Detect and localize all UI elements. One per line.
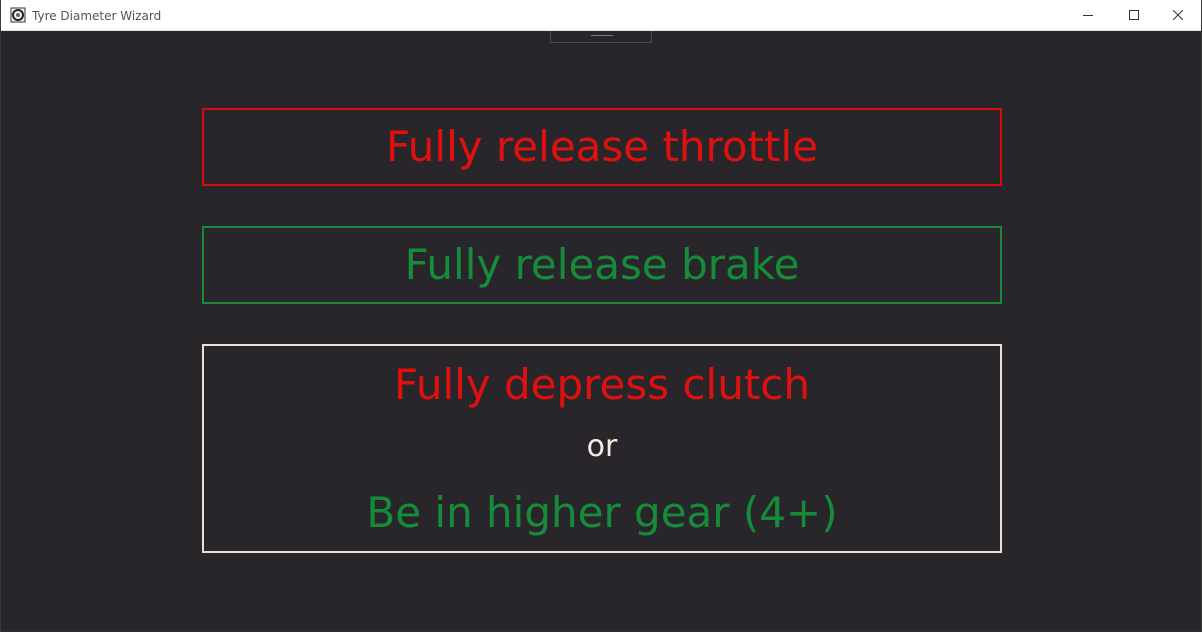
throttle-instruction: Fully release throttle (385, 122, 819, 171)
app-window: Tyre Diameter Wizard Fully release throt… (0, 0, 1202, 632)
maximize-button[interactable] (1111, 0, 1157, 30)
minimize-icon (1083, 15, 1093, 16)
brake-instruction-panel: Fully release brake (202, 226, 1002, 304)
tyre-app-icon (10, 7, 26, 23)
title-bar[interactable]: Tyre Diameter Wizard (1, 0, 1201, 31)
close-icon (1173, 10, 1183, 20)
clutch-instruction: Fully depress clutch (393, 359, 811, 409)
minimize-button[interactable] (1065, 0, 1111, 30)
brake-instruction: Fully release brake (404, 240, 800, 289)
throttle-instruction-panel: Fully release throttle (202, 108, 1002, 186)
maximize-icon (1129, 10, 1139, 20)
close-button[interactable] (1155, 0, 1201, 30)
drag-handle-grip (591, 35, 613, 36)
gear-instruction: Be in higher gear (4+) (366, 487, 838, 537)
window-title: Tyre Diameter Wizard (32, 9, 162, 23)
clutch-gear-instruction-panel: Fully depress clutch or Be in higher gea… (202, 344, 1002, 553)
or-separator: or (586, 428, 618, 464)
drag-handle[interactable] (550, 31, 652, 43)
